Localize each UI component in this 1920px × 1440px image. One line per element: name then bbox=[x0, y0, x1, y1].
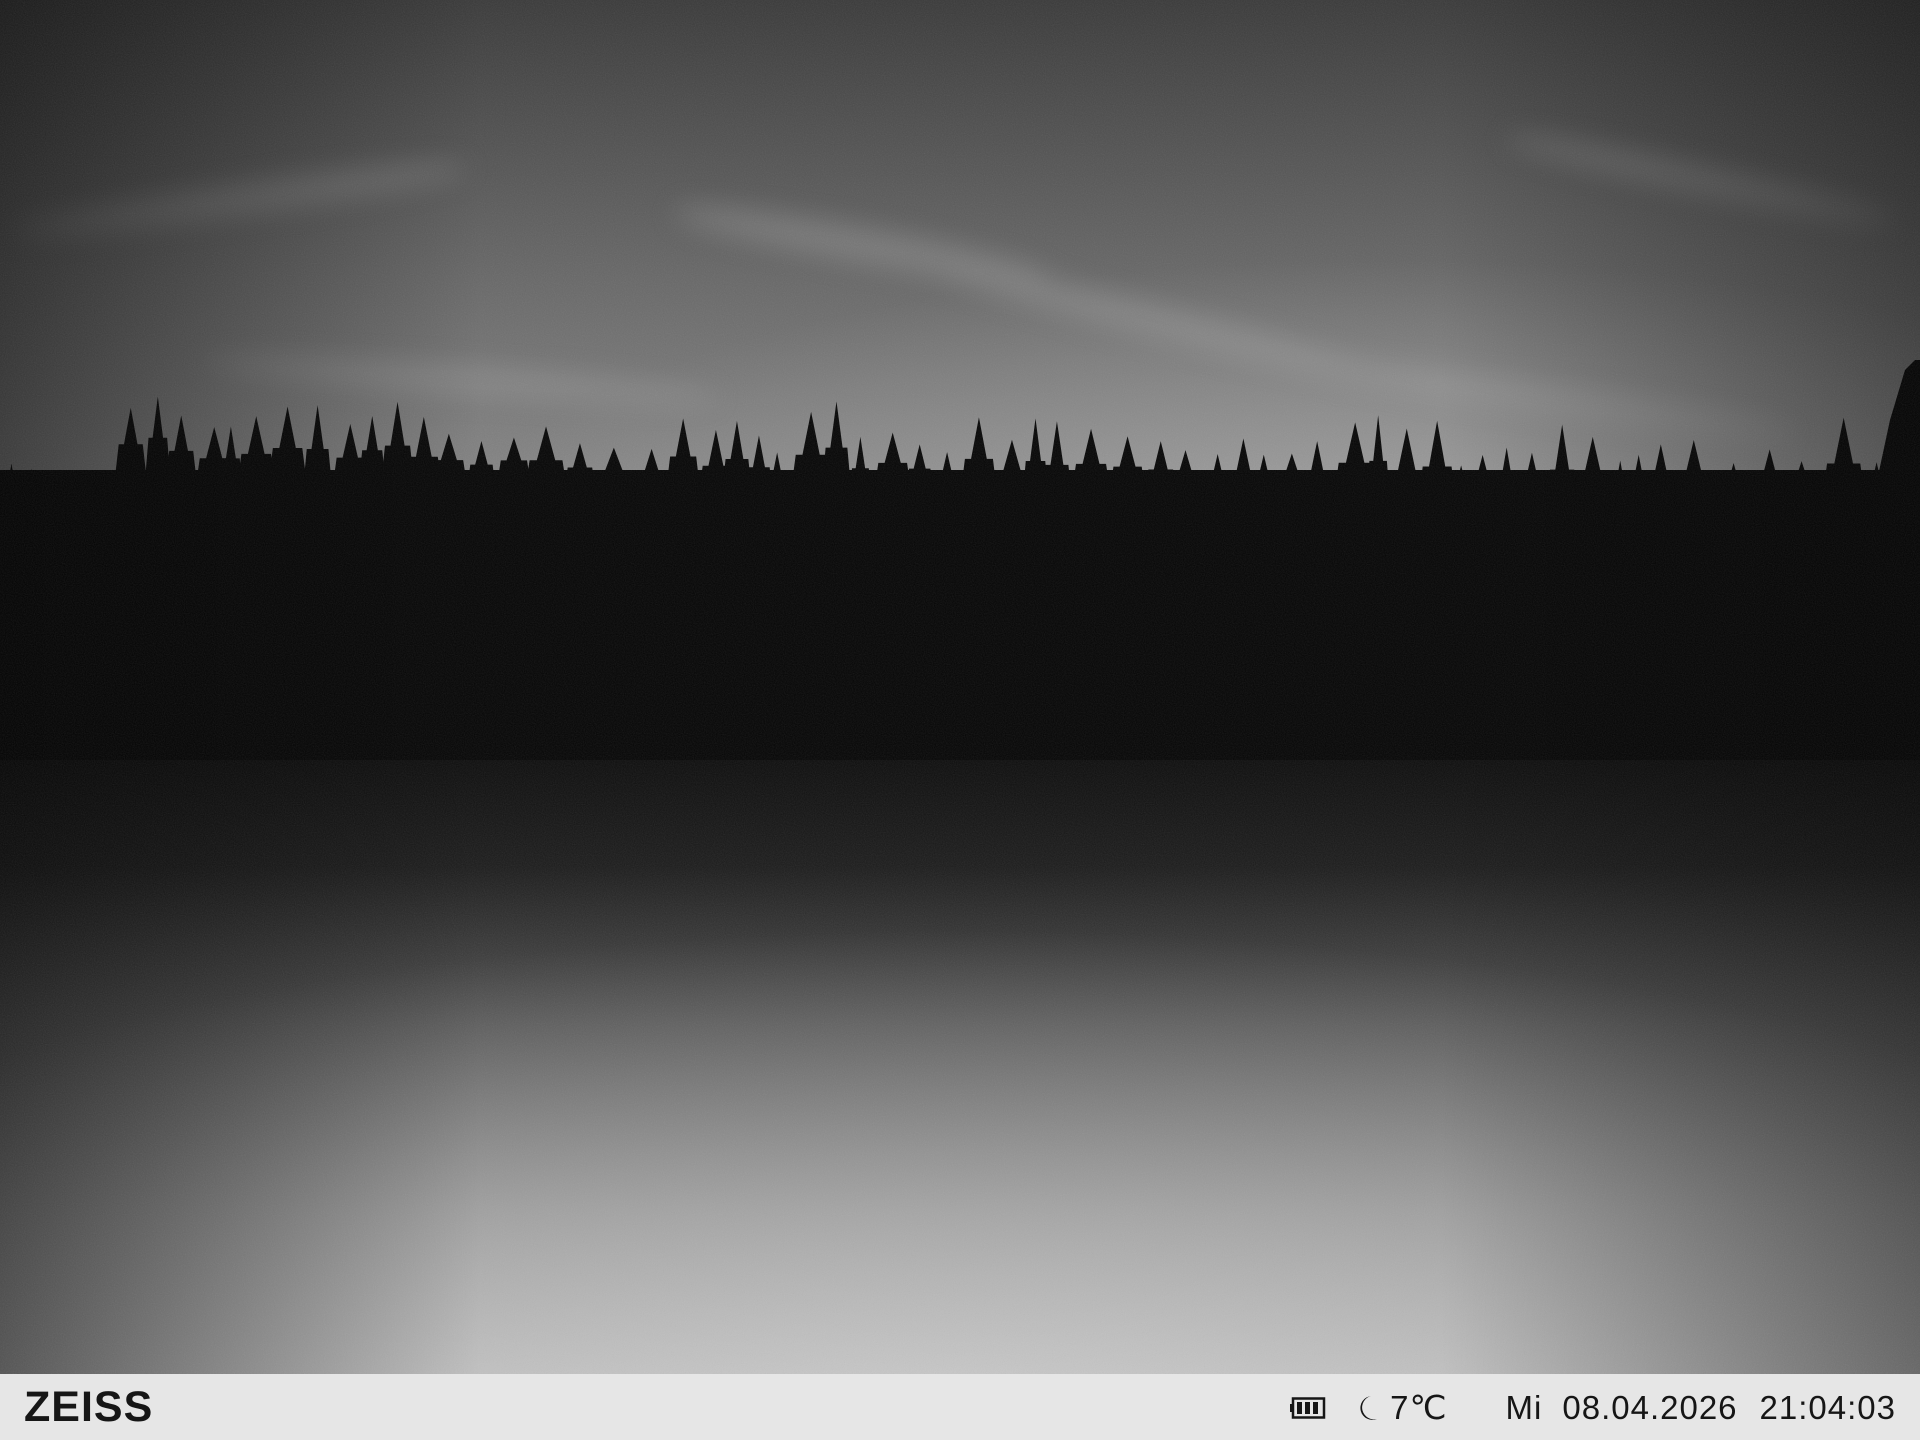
sensor-noise bbox=[0, 0, 1920, 1374]
status-readout: 7℃ Mi 08.04.2026 21:04:03 bbox=[1290, 1390, 1896, 1426]
time-readout: 21:04:03 bbox=[1759, 1389, 1896, 1426]
weekday-label: Mi bbox=[1505, 1389, 1543, 1426]
battery-full-icon bbox=[1290, 1397, 1326, 1419]
brand-logo: ZEISS bbox=[24, 1383, 154, 1431]
night-scene-photo bbox=[0, 0, 1920, 1374]
date-readout: 08.04.2026 bbox=[1562, 1389, 1738, 1426]
temperature-readout: 7℃ bbox=[1390, 1389, 1448, 1426]
trail-camera-frame: ZEISS 7℃ Mi 08.04.2026 21:04:03 bbox=[0, 0, 1920, 1440]
moon-icon bbox=[1360, 1396, 1378, 1420]
info-bar: ZEISS 7℃ Mi 08.04.2026 21:04:03 bbox=[0, 1374, 1920, 1440]
